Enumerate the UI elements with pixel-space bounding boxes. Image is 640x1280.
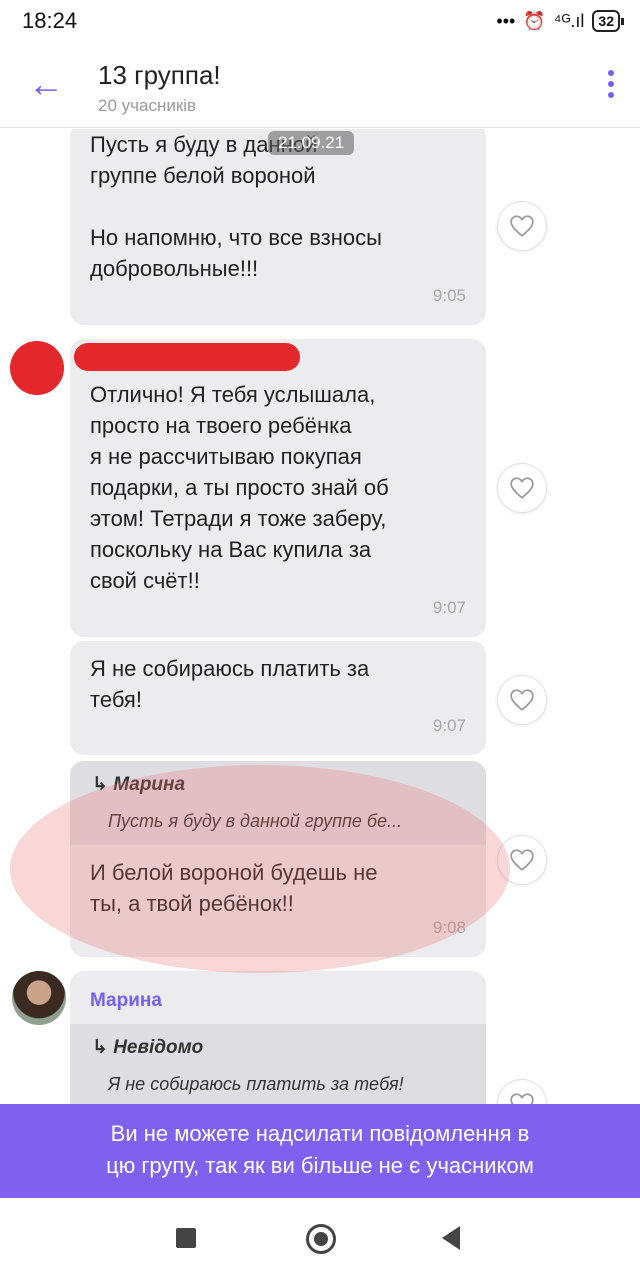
home-icon[interactable] (306, 1224, 336, 1254)
message-time: 9:07 (432, 598, 466, 617)
back-icon[interactable] (442, 1226, 460, 1250)
alarm-icon: ⏰ (523, 10, 546, 31)
back-arrow-icon[interactable]: ← (28, 66, 68, 106)
message-bubble[interactable]: Я не собираюсь платить за тебя! 9:07 (70, 641, 486, 755)
message-bubble[interactable]: Пусть я буду в данной группе белой ворон… (70, 129, 486, 325)
chat-header: ← 13 группа! 20 учасників (0, 42, 640, 128)
not-member-banner: Ви не можете надсилати повідомлення в цю… (0, 1104, 640, 1198)
reply-quote[interactable]: ↳ Невідомо Я не собираюсь платить за теб… (70, 1024, 486, 1104)
message-text: Я не собираюсь платить за тебя! (90, 656, 370, 712)
message-bubble[interactable]: Отлично! Я тебя услышала, просто на твое… (70, 339, 486, 637)
message-time: 9:08 (432, 918, 466, 937)
reply-author: Невідомо (113, 1037, 204, 1058)
reply-quote[interactable]: ↳ Марина Пусть я буду в данной группе бе… (70, 761, 486, 845)
like-heart-icon[interactable] (497, 201, 547, 251)
message-bubble[interactable]: ↳ Марина Пусть я буду в данной группе бе… (70, 761, 486, 957)
like-heart-icon[interactable] (497, 1079, 547, 1104)
like-heart-icon[interactable] (497, 835, 547, 885)
message-list[interactable]: Пусть я буду в данной группе белой ворон… (0, 129, 640, 1104)
more-menu-icon[interactable] (606, 70, 616, 102)
participants-count: 20 учасників (98, 96, 197, 115)
status-time: 18:24 (22, 8, 78, 33)
redacted-sender-name (74, 343, 300, 371)
date-chip: 21.09.21 (268, 131, 355, 155)
banner-text: Ви не можете надсилати повідомлення в цю… (106, 1121, 534, 1178)
status-bar: 18:24 ••• ⏰ ⁴ᴳ.ıl 32 (0, 0, 640, 42)
signal-icon: ⁴ᴳ.ıl (553, 10, 585, 31)
message-time: 9:07 (432, 716, 466, 735)
reply-text: Пусть я буду в данной группе бе... (108, 811, 403, 831)
reply-text: Я не собираюсь платить за тебя! (108, 1074, 404, 1094)
like-heart-icon[interactable] (497, 463, 547, 513)
status-icons: ••• ⏰ ⁴ᴳ.ıl 32 (496, 10, 624, 32)
battery-icon: 32 (592, 10, 624, 32)
like-heart-icon[interactable] (497, 675, 547, 725)
chat-title[interactable]: 13 группа! (98, 60, 221, 91)
avatar[interactable] (10, 341, 64, 395)
message-text: И белой вороной будешь не ты, а твой реб… (90, 860, 378, 916)
notification-dots-icon: ••• (496, 10, 516, 31)
sender-name[interactable]: Марина (90, 985, 466, 1016)
message-time: 9:05 (432, 286, 466, 305)
system-nav-bar (0, 1198, 640, 1280)
avatar[interactable] (12, 971, 66, 1025)
message-text: Отлично! Я тебя услышала, просто на твое… (90, 382, 389, 593)
recent-apps-icon[interactable] (176, 1228, 196, 1248)
message-bubble[interactable]: Марина ↳ Невідомо Я не собираюсь платить… (70, 971, 486, 1104)
reply-author: Марина (113, 774, 186, 795)
